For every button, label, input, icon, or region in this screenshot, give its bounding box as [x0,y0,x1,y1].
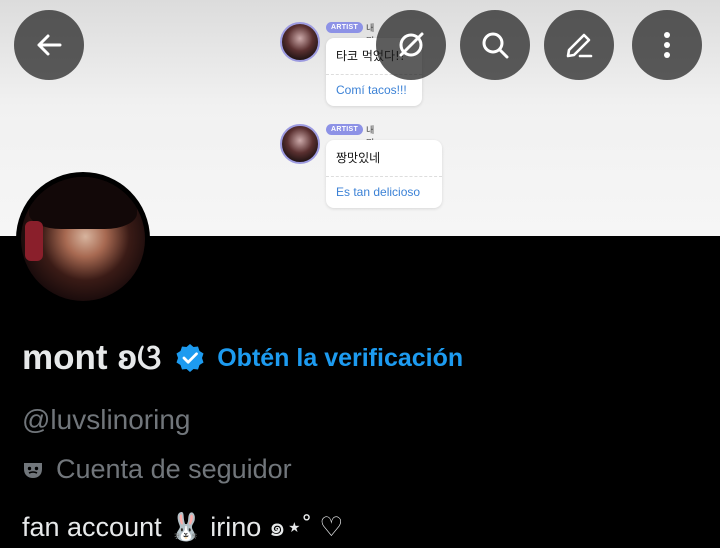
profile-avatar[interactable] [16,172,150,306]
avatar-image [21,177,145,301]
profile-bio: fan account 🐰 irino ๑⋆˚ ♡ [22,512,344,542]
search-icon [479,29,511,61]
grok-icon [395,29,427,61]
user-handle: @luvslinoring [22,404,191,435]
message-translation: Comí tacos!!! [336,83,407,97]
back-button[interactable] [14,10,84,80]
message-translation: Es tan delicioso [336,185,421,199]
message-korean: 짱맛있네 [336,151,381,165]
masks-icon [22,460,46,480]
divider [326,176,442,177]
search-button[interactable] [460,10,530,80]
display-name: mont ʚଓ [22,338,162,377]
verified-badge-icon[interactable] [175,343,205,373]
message-bubble: 짱맛있네 Es tan delicioso [326,140,442,208]
more-button[interactable] [632,10,702,80]
artist-avatar [280,22,320,62]
edit-button[interactable] [544,10,614,80]
account-type: Cuenta de seguidor [56,454,292,484]
name-row: mont ʚଓ Obtén la verificación [22,338,463,378]
artist-badge: ARTIST [326,124,364,135]
edit-pencil-icon [563,29,595,61]
get-verified-link[interactable]: Obtén la verificación [217,344,463,373]
more-vertical-icon [662,29,672,61]
account-type-row: Cuenta de seguidor [22,454,292,485]
artist-avatar [280,124,320,164]
arrow-left-icon [34,30,64,60]
grok-button[interactable] [376,10,446,80]
artist-badge: ARTIST [326,22,364,33]
